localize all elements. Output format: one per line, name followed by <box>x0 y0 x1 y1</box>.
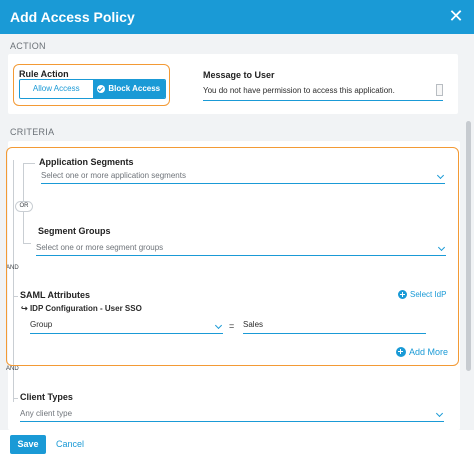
select-idp-link[interactable]: Select IdP <box>398 290 446 299</box>
cancel-button[interactable]: Cancel <box>56 435 84 454</box>
select-idp-label: Select IdP <box>410 290 447 299</box>
resize-handle-icon[interactable] <box>436 84 443 96</box>
client-types-label: Client Types <box>20 392 73 402</box>
rule-action-label: Rule Action <box>19 69 69 79</box>
subdirectory-arrow-icon: ↪ <box>21 304 28 313</box>
saml-value-text: Sales <box>243 320 264 329</box>
plus-circle-icon <box>396 347 406 357</box>
rule-action-toggle: Allow Access Block Access <box>19 79 166 99</box>
idp-config-row: ↪ IDP Configuration - User SSO <box>21 304 142 313</box>
add-more-label: Add More <box>409 347 449 357</box>
application-segments-select[interactable]: Select one or more application segments <box>41 170 445 184</box>
tree-branch <box>23 163 35 164</box>
check-circle-icon <box>97 85 106 93</box>
allow-access-option[interactable]: Allow Access <box>20 80 93 98</box>
chevron-down-icon <box>214 321 223 330</box>
message-to-user-value: You do not have permission to access thi… <box>203 86 395 95</box>
chevron-down-icon <box>436 171 445 180</box>
chevron-down-icon <box>435 409 444 418</box>
message-to-user-field[interactable]: You do not have permission to access thi… <box>203 83 443 101</box>
dialog-header: Add Access Policy ✕ <box>0 0 474 34</box>
criteria-card <box>8 141 460 430</box>
client-types-select[interactable]: Any client type <box>20 408 444 422</box>
idp-config-label: IDP Configuration - User SSO <box>29 304 142 313</box>
application-segments-label: Application Segments <box>39 157 134 167</box>
or-operator-badge: OR <box>15 201 33 212</box>
segment-groups-select[interactable]: Select one or more segment groups <box>36 242 446 256</box>
tree-branch <box>13 398 18 399</box>
saml-attribute-select[interactable]: Group <box>30 320 223 334</box>
client-types-placeholder: Any client type <box>20 409 73 418</box>
block-access-option[interactable]: Block Access <box>92 80 165 98</box>
tree-branch <box>13 296 18 297</box>
block-access-label: Block Access <box>108 84 161 93</box>
saml-attribute-value: Group <box>30 320 53 329</box>
saml-value-input[interactable]: Sales <box>243 320 426 334</box>
saml-attributes-label: SAML Attributes <box>20 290 91 300</box>
and-operator-label: AND <box>6 366 19 372</box>
equals-operator: = <box>229 321 235 331</box>
action-section-label: ACTION <box>10 41 46 51</box>
vertical-scrollbar[interactable] <box>466 121 471 371</box>
allow-access-label: Allow Access <box>32 84 80 93</box>
dialog-footer: Save Cancel <box>0 430 474 460</box>
plus-circle-icon <box>398 290 407 299</box>
dialog-title: Add Access Policy <box>10 9 135 25</box>
criteria-section-label: CRITERIA <box>10 127 55 137</box>
tree-branch <box>23 243 31 244</box>
add-more-link[interactable]: Add More <box>396 347 448 357</box>
close-icon[interactable]: ✕ <box>446 6 466 26</box>
and-operator-label: AND <box>6 265 19 271</box>
application-segments-placeholder: Select one or more application segments <box>41 171 186 180</box>
save-button[interactable]: Save <box>10 435 46 454</box>
chevron-down-icon <box>437 243 446 252</box>
message-to-user-label: Message to User <box>203 70 275 80</box>
segment-groups-label: Segment Groups <box>38 226 111 236</box>
segment-groups-placeholder: Select one or more segment groups <box>36 243 164 252</box>
